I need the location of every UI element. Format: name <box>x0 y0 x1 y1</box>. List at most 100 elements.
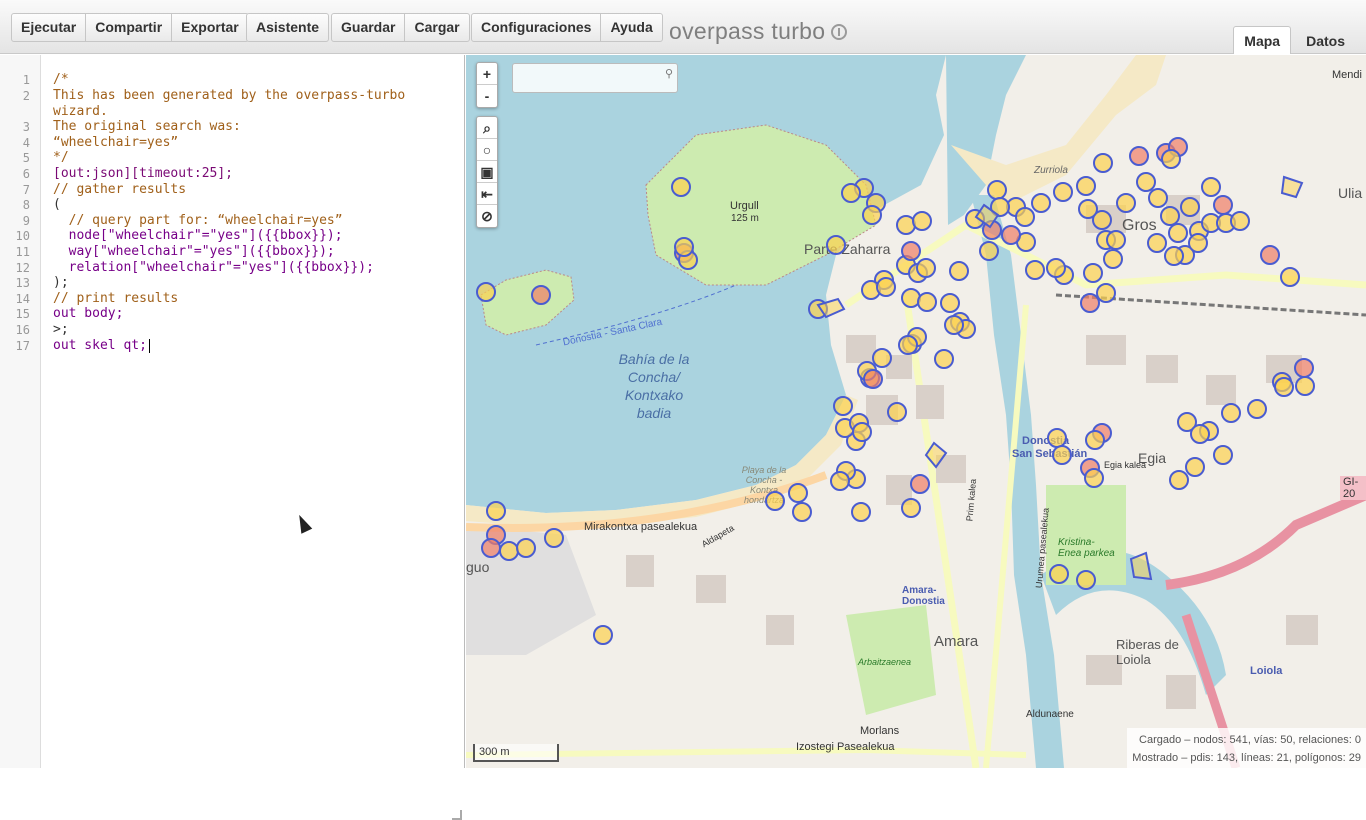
poi-marker[interactable] <box>1168 223 1188 243</box>
poi-marker[interactable] <box>940 293 960 313</box>
poi-marker[interactable] <box>1274 377 1294 397</box>
poi-marker[interactable] <box>788 483 808 503</box>
poi-marker[interactable] <box>1136 172 1156 192</box>
poi-marker[interactable] <box>910 474 930 494</box>
poi-marker[interactable] <box>1084 468 1104 488</box>
share-button[interactable]: Compartir <box>86 14 173 41</box>
poi-marker[interactable] <box>1190 424 1210 444</box>
settings-button[interactable]: Configuraciones <box>472 14 602 41</box>
zoom-in-button[interactable]: + <box>477 63 497 85</box>
poi-marker[interactable] <box>1076 176 1096 196</box>
export-image-icon[interactable]: ▣ <box>477 161 497 183</box>
zoom-to-data-icon[interactable]: ⌕ <box>477 117 497 139</box>
poi-marker[interactable] <box>872 348 892 368</box>
poi-marker[interactable] <box>901 241 921 261</box>
poi-marker[interactable] <box>674 237 694 257</box>
poi-marker[interactable] <box>1185 457 1205 477</box>
poi-marker[interactable] <box>826 235 846 255</box>
poi-marker[interactable] <box>1147 233 1167 253</box>
poi-marker[interactable] <box>531 285 551 305</box>
fit-bounds-icon[interactable]: ⇤ <box>477 183 497 205</box>
poi-marker[interactable] <box>476 282 496 302</box>
poi-marker[interactable] <box>1180 197 1200 217</box>
poi-marker[interactable] <box>1025 260 1045 280</box>
tab-map[interactable]: Mapa <box>1233 26 1292 54</box>
poi-marker[interactable] <box>1031 193 1051 213</box>
poi-marker[interactable] <box>671 177 691 197</box>
poi-marker[interactable] <box>481 538 501 558</box>
poi-marker[interactable] <box>1116 193 1136 213</box>
poi-marker[interactable] <box>1083 263 1103 283</box>
poi-marker[interactable] <box>912 211 932 231</box>
poi-marker[interactable] <box>987 180 1007 200</box>
poi-marker[interactable] <box>792 502 812 522</box>
poi-marker[interactable] <box>979 241 999 261</box>
poi-marker[interactable] <box>1160 206 1180 226</box>
poi-marker[interactable] <box>544 528 564 548</box>
poi-marker[interactable] <box>1295 376 1315 396</box>
poi-marker[interactable] <box>852 422 872 442</box>
poi-marker[interactable] <box>1076 570 1096 590</box>
poi-marker[interactable] <box>1096 283 1116 303</box>
poi-marker[interactable] <box>1294 358 1314 378</box>
poi-marker[interactable] <box>830 471 850 491</box>
poi-marker[interactable] <box>1247 399 1267 419</box>
poi-polygon[interactable] <box>1129 551 1153 581</box>
poi-marker[interactable] <box>516 538 536 558</box>
poi-marker[interactable] <box>1103 249 1123 269</box>
poi-marker[interactable] <box>1049 564 1069 584</box>
poi-marker[interactable] <box>1106 230 1126 250</box>
load-button[interactable]: Cargar <box>405 14 468 41</box>
poi-marker[interactable] <box>1078 199 1098 219</box>
poi-marker[interactable] <box>916 258 936 278</box>
poi-marker[interactable] <box>1164 246 1184 266</box>
poi-marker[interactable] <box>901 498 921 518</box>
poi-marker[interactable] <box>1129 146 1149 166</box>
poi-marker[interactable] <box>765 491 785 511</box>
poi-marker[interactable] <box>949 261 969 281</box>
help-button[interactable]: Ayuda <box>601 14 661 41</box>
poi-marker[interactable] <box>934 349 954 369</box>
export-button[interactable]: Exportar <box>172 14 248 41</box>
locate-me-icon[interactable]: ○ <box>477 139 497 161</box>
poi-polygon[interactable] <box>1280 175 1304 199</box>
poi-marker[interactable] <box>593 625 613 645</box>
poi-marker[interactable] <box>1047 428 1067 448</box>
poi-marker[interactable] <box>876 277 896 297</box>
poi-marker[interactable] <box>1015 207 1035 227</box>
poi-marker[interactable] <box>862 205 882 225</box>
poi-marker[interactable] <box>1260 245 1280 265</box>
query-editor[interactable]: 1 /* 2 This has been generated by the over… <box>0 55 465 820</box>
map-search-input[interactable]: ⚲ <box>512 63 678 93</box>
tab-data[interactable]: Datos <box>1295 26 1356 54</box>
poi-marker[interactable] <box>1053 182 1073 202</box>
poi-marker[interactable] <box>841 183 861 203</box>
poi-marker[interactable] <box>1052 445 1072 465</box>
poi-marker[interactable] <box>1201 177 1221 197</box>
poi-marker[interactable] <box>887 402 907 422</box>
poi-marker[interactable] <box>1280 267 1300 287</box>
poi-marker[interactable] <box>1046 258 1066 278</box>
poi-polygon[interactable] <box>924 441 948 469</box>
poi-marker[interactable] <box>1001 225 1021 245</box>
poi-marker[interactable] <box>499 541 519 561</box>
poi-marker[interactable] <box>1221 403 1241 423</box>
toggle-data-icon[interactable]: ⊘ <box>477 205 497 227</box>
poi-marker[interactable] <box>1161 149 1181 169</box>
poi-marker[interactable] <box>898 335 918 355</box>
poi-marker[interactable] <box>1213 445 1233 465</box>
poi-marker[interactable] <box>917 292 937 312</box>
poi-marker[interactable] <box>1080 293 1100 313</box>
poi-marker[interactable] <box>944 315 964 335</box>
run-button[interactable]: Ejecutar <box>12 14 87 41</box>
save-button[interactable]: Guardar <box>332 14 406 41</box>
poi-marker[interactable] <box>851 502 871 522</box>
poi-marker[interactable] <box>833 396 853 416</box>
poi-marker[interactable] <box>1213 195 1233 215</box>
poi-marker[interactable] <box>1085 430 1105 450</box>
poi-marker[interactable] <box>863 369 883 389</box>
wizard-button[interactable]: Asistente <box>247 14 328 41</box>
poi-marker[interactable] <box>1148 188 1168 208</box>
poi-marker[interactable] <box>486 501 506 521</box>
poi-marker[interactable] <box>1188 233 1208 253</box>
